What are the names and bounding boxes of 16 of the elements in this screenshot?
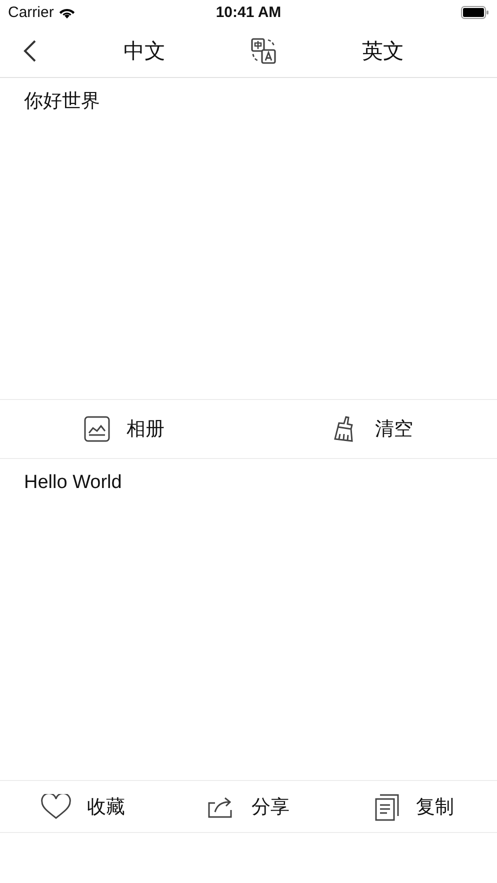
translation-text: Hello World: [23, 471, 123, 495]
wifi-icon: [58, 6, 76, 19]
translate-swap-button[interactable]: [250, 37, 278, 65]
picture-frame-icon: [84, 416, 110, 442]
target-language-button[interactable]: 英文: [362, 37, 404, 65]
battery-icon: [461, 6, 489, 19]
album-button[interactable]: 相册: [84, 416, 164, 442]
source-language-button[interactable]: 中文: [123, 37, 166, 65]
share-button[interactable]: 分享: [207, 794, 290, 820]
copy-button[interactable]: 复制: [374, 792, 454, 820]
clear-button[interactable]: 清空: [332, 415, 413, 443]
clock-time: 10:41 AM: [216, 4, 282, 21]
heart-icon: [40, 794, 71, 820]
carrier-name: Carrier: [8, 4, 54, 21]
favorite-button[interactable]: 收藏: [40, 794, 125, 820]
document-icon: [374, 792, 400, 820]
